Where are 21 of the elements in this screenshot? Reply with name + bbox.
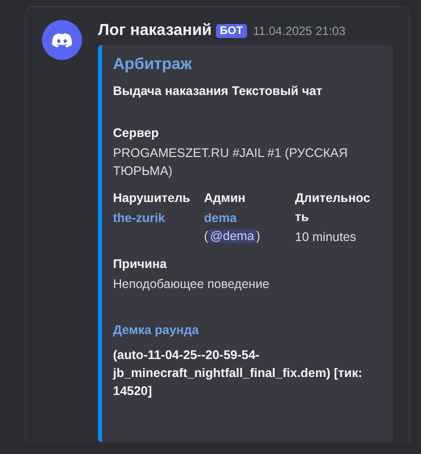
field-name: Нарушитель	[113, 190, 192, 207]
field-value: 10 minutes	[295, 230, 356, 244]
field-value: PROGAMESZET.RU #JAIL #1 (РУССКАЯ ТЮРЬМА)	[113, 146, 348, 178]
timestamp: 11.04.2025 21:03	[252, 24, 346, 38]
demo-file-name: (auto-11-04-25--20-59-54-jb_minecraft_nightfall_final_fix.dem) [тик: 14520]	[113, 347, 364, 400]
field-name: Длительность	[295, 190, 372, 226]
field-value: )	[256, 229, 260, 243]
embed-title[interactable]: Арбитраж	[113, 56, 383, 74]
bot-badge: БОТ	[216, 24, 247, 38]
embed-description: Выдача наказания Текстовый чат	[113, 84, 324, 98]
section-title[interactable]: Демка раунда	[113, 323, 383, 337]
author-name[interactable]: Лог наказаний	[98, 22, 212, 40]
field-name: Причина	[113, 256, 168, 273]
user-mention[interactable]: @dema	[208, 229, 256, 243]
user-link[interactable]: dema	[204, 211, 237, 225]
field-value: (	[204, 229, 208, 243]
field-name: Админ	[204, 190, 246, 207]
user-link[interactable]: the-zurik	[113, 211, 166, 225]
field-name: Сервер	[113, 125, 160, 142]
avatar-icon[interactable]	[42, 20, 82, 60]
field-value: Неподобающее поведение	[113, 277, 270, 291]
